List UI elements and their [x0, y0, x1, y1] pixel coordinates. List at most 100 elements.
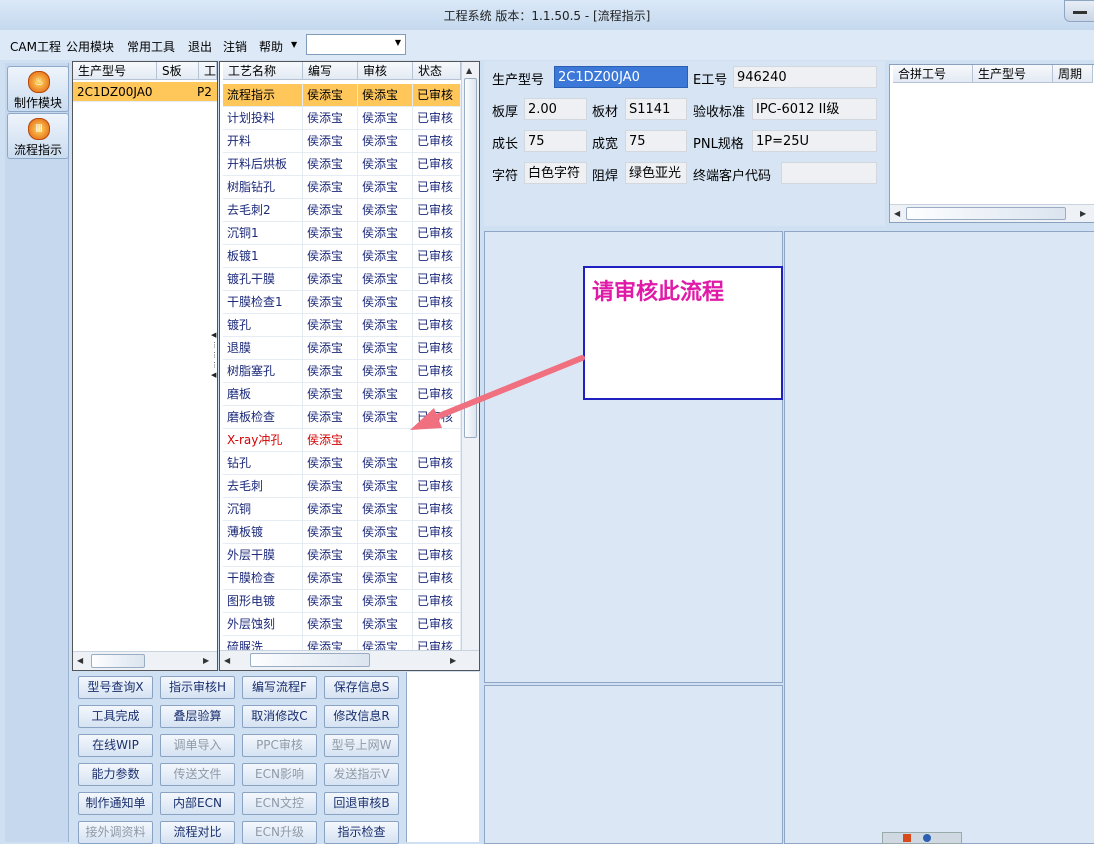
- field-mask[interactable]: 绿色亚光: [625, 162, 687, 184]
- menu-help[interactable]: 帮助: [259, 38, 283, 55]
- author-cell[interactable]: 侯添宝: [303, 452, 358, 475]
- action-button[interactable]: 指示检查: [324, 821, 399, 844]
- process-name-cell[interactable]: 钻孔: [223, 452, 303, 475]
- part-s-cell[interactable]: P2: [193, 82, 217, 102]
- reviewer-cell[interactable]: 侯添宝: [358, 245, 413, 268]
- status-cell[interactable]: 已审核: [413, 199, 461, 222]
- author-cell[interactable]: 侯添宝: [303, 590, 358, 613]
- action-button[interactable]: 工具完成: [78, 705, 153, 728]
- action-button[interactable]: 在线WIP: [78, 734, 153, 757]
- reviewer-cell[interactable]: 侯添宝: [358, 544, 413, 567]
- field-eno[interactable]: 946240: [733, 66, 877, 88]
- author-cell[interactable]: 侯添宝: [303, 268, 358, 291]
- field-char[interactable]: 白色字符: [524, 162, 587, 184]
- author-cell[interactable]: 侯添宝: [303, 199, 358, 222]
- process-name-cell[interactable]: 开料: [223, 130, 303, 153]
- reviewer-cell[interactable]: 侯添宝: [358, 176, 413, 199]
- minimize-button[interactable]: [1064, 0, 1094, 22]
- action-button[interactable]: 修改信息R: [324, 705, 399, 728]
- menu-logout[interactable]: 注销: [223, 38, 247, 55]
- column-header[interactable]: 工艺名称: [223, 62, 303, 80]
- status-cell[interactable]: 已审核: [413, 245, 461, 268]
- status-cell[interactable]: 已审核: [413, 452, 461, 475]
- field-material[interactable]: S1141: [625, 98, 687, 120]
- process-name-cell[interactable]: 去毛刺2: [223, 199, 303, 222]
- author-cell[interactable]: 侯添宝: [303, 429, 358, 452]
- author-cell[interactable]: 侯添宝: [303, 337, 358, 360]
- author-cell[interactable]: 侯添宝: [303, 521, 358, 544]
- column-header[interactable]: S板: [157, 62, 199, 80]
- author-cell[interactable]: 侯添宝: [303, 498, 358, 521]
- toolbar-combo[interactable]: ▼: [306, 34, 406, 55]
- process-name-cell[interactable]: 树脂塞孔: [223, 360, 303, 383]
- process-name-cell[interactable]: 外层蚀刻: [223, 613, 303, 636]
- status-cell[interactable]: 已审核: [413, 544, 461, 567]
- reviewer-cell[interactable]: 侯添宝: [358, 199, 413, 222]
- scroll-left-icon[interactable]: ◀: [224, 656, 230, 665]
- column-header[interactable]: 状态: [413, 62, 461, 80]
- field-pnl[interactable]: 1P=25U: [752, 130, 877, 152]
- process-name-cell[interactable]: 干膜检查: [223, 567, 303, 590]
- reviewer-cell[interactable]: 侯添宝: [358, 475, 413, 498]
- author-cell[interactable]: 侯添宝: [303, 176, 358, 199]
- process-name-cell[interactable]: 流程指示: [223, 84, 303, 107]
- status-cell[interactable]: 已审核: [413, 291, 461, 314]
- launcher-process-guide[interactable]: Ⅲ 流程指示: [7, 113, 69, 159]
- reviewer-cell[interactable]: 侯添宝: [358, 452, 413, 475]
- reviewer-cell[interactable]: 侯添宝: [358, 613, 413, 636]
- scroll-right-icon[interactable]: ▶: [203, 656, 209, 665]
- action-button[interactable]: 型号查询X: [78, 676, 153, 699]
- author-cell[interactable]: 侯添宝: [303, 544, 358, 567]
- action-button[interactable]: 发送指示V: [324, 763, 399, 786]
- process-name-cell[interactable]: 磨板检查: [223, 406, 303, 429]
- process-name-cell[interactable]: 图形电镀: [223, 590, 303, 613]
- reviewer-cell[interactable]: 侯添宝: [358, 314, 413, 337]
- process-name-cell[interactable]: 去毛刺: [223, 475, 303, 498]
- field-standard[interactable]: IPC-6012 II级: [752, 98, 877, 120]
- menu-common-modules[interactable]: 公用模块: [66, 38, 114, 55]
- reviewer-cell[interactable]: 侯添宝: [358, 291, 413, 314]
- column-header[interactable]: 生产型号: [73, 62, 157, 80]
- reviewer-cell[interactable]: 侯添宝: [358, 590, 413, 613]
- action-button[interactable]: 接外调资料: [78, 821, 153, 844]
- reviewer-cell[interactable]: 侯添宝: [358, 521, 413, 544]
- process-name-cell[interactable]: 外层干膜: [223, 544, 303, 567]
- field-model[interactable]: 2C1DZ00JA0: [554, 66, 688, 88]
- process-name-cell[interactable]: 磨板: [223, 383, 303, 406]
- status-cell[interactable]: 已审核: [413, 590, 461, 613]
- action-button[interactable]: 内部ECN: [160, 792, 235, 815]
- status-cell[interactable]: 已审核: [413, 475, 461, 498]
- scroll-up-icon[interactable]: ▲: [466, 66, 472, 75]
- author-cell[interactable]: 侯添宝: [303, 130, 358, 153]
- reviewer-cell[interactable]: 侯添宝: [358, 84, 413, 107]
- status-cell[interactable]: 已审核: [413, 567, 461, 590]
- scroll-right-icon[interactable]: ▶: [450, 656, 456, 665]
- column-header[interactable]: 工: [199, 62, 217, 80]
- author-cell[interactable]: 侯添宝: [303, 107, 358, 130]
- author-cell[interactable]: 侯添宝: [303, 360, 358, 383]
- column-header[interactable]: 编写: [303, 62, 358, 80]
- scroll-left-icon[interactable]: ◀: [77, 656, 83, 665]
- field-length[interactable]: 75: [524, 130, 587, 152]
- author-cell[interactable]: 侯添宝: [303, 383, 358, 406]
- author-cell[interactable]: 侯添宝: [303, 222, 358, 245]
- reviewer-cell[interactable]: 侯添宝: [358, 498, 413, 521]
- scroll-left-icon[interactable]: ◀: [894, 209, 900, 218]
- reviewer-cell[interactable]: 侯添宝: [358, 153, 413, 176]
- action-button[interactable]: ECN文控: [242, 792, 317, 815]
- column-header[interactable]: 审核: [358, 62, 413, 80]
- process-name-cell[interactable]: 树脂钻孔: [223, 176, 303, 199]
- reviewer-cell[interactable]: 侯添宝: [358, 222, 413, 245]
- action-button[interactable]: 传送文件: [160, 763, 235, 786]
- scroll-right-icon[interactable]: ▶: [1080, 209, 1086, 218]
- menu-cam[interactable]: CAM工程: [10, 38, 61, 55]
- author-cell[interactable]: 侯添宝: [303, 291, 358, 314]
- launcher-make-module[interactable]: ♨ 制作模块: [7, 66, 69, 112]
- author-cell[interactable]: 侯添宝: [303, 84, 358, 107]
- reviewer-cell[interactable]: 侯添宝: [358, 268, 413, 291]
- action-button[interactable]: ECN影响: [242, 763, 317, 786]
- status-cell[interactable]: 已审核: [413, 314, 461, 337]
- action-button[interactable]: PPC审核: [242, 734, 317, 757]
- author-cell[interactable]: 侯添宝: [303, 314, 358, 337]
- author-cell[interactable]: 侯添宝: [303, 613, 358, 636]
